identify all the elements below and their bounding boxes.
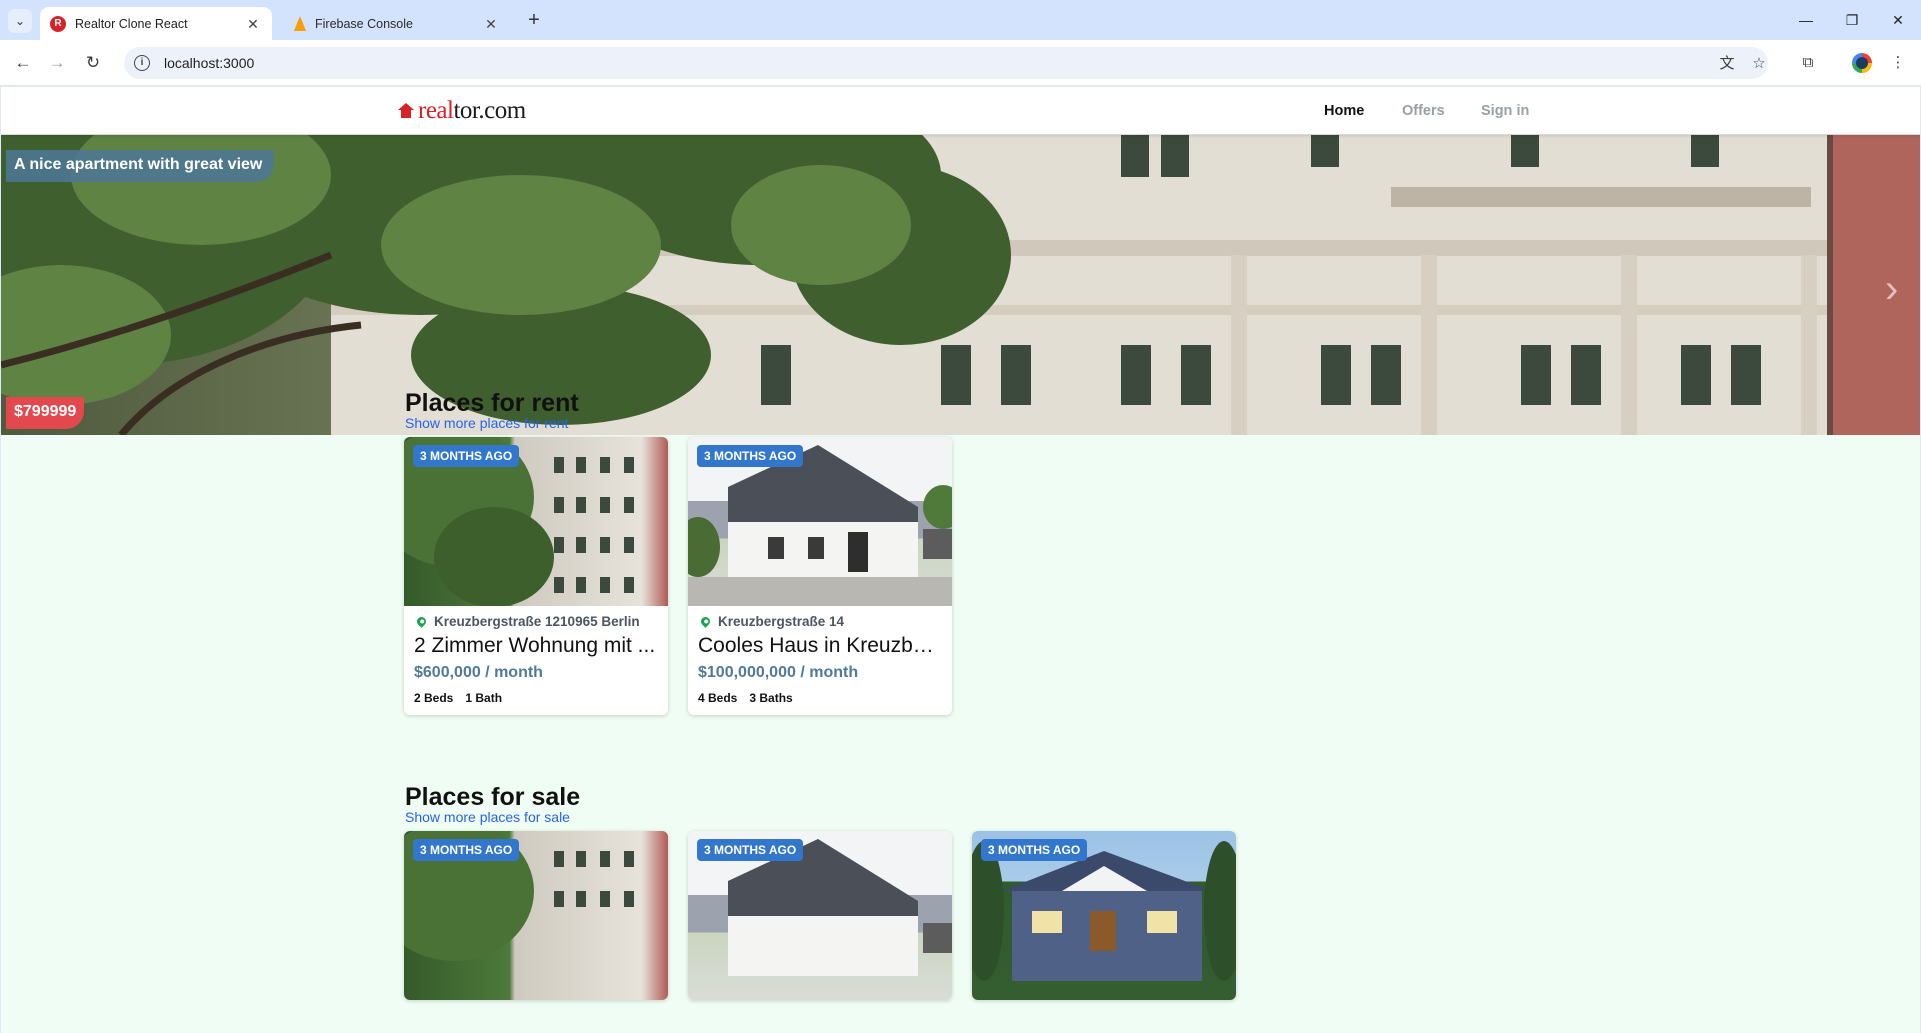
new-tab-plus-icon[interactable]: + — [522, 9, 546, 33]
realtor-logo[interactable]: real tor.com — [398, 97, 526, 125]
listing-age-badge: 3 MONTHS AGO — [413, 839, 520, 861]
listing-price: $600,000 / month — [414, 664, 543, 681]
listing-card[interactable]: 3 MONTHS AGO — [972, 831, 1236, 1000]
url-text[interactable]: localhost:3000 — [164, 55, 254, 71]
reload-icon[interactable]: ↻ — [80, 50, 106, 76]
close-window-icon[interactable]: ✕ — [1875, 6, 1921, 34]
browser-toolbar: ← → ↻ i localhost:3000 文 ☆ ⧉ ⋮ — [0, 40, 1921, 86]
listing-name: 2 Zimmer Wohnung mit ... — [414, 634, 656, 657]
nav-home-link[interactable]: Home — [1324, 103, 1364, 119]
hero-price-badge: $799999 — [6, 397, 85, 429]
listing-age-badge: 3 MONTHS AGO — [697, 839, 804, 861]
show-more-rent-link[interactable]: Show more places for rent — [405, 415, 568, 431]
tab-firebase-console[interactable]: Firebase Console ✕ — [282, 7, 510, 40]
listing-name: Cooles Haus in Kreuzberg — [698, 634, 942, 657]
listing-image-apartment: 3 MONTHS AGO — [404, 831, 668, 1000]
tab-title: Realtor Clone React — [75, 16, 188, 31]
hero-building-image — [1, 135, 1920, 435]
address-bar[interactable]: i localhost:3000 文 ☆ — [124, 47, 1768, 79]
bookmark-star-icon[interactable]: ☆ — [1748, 53, 1770, 75]
listing-price: $100,000,000 / month — [698, 664, 859, 681]
firebase-favicon-icon — [294, 16, 306, 31]
rent-section-title: Places for rent — [405, 389, 579, 417]
close-tab-icon[interactable]: ✕ — [482, 15, 500, 33]
listing-features: 2 Beds 1 Bath — [414, 691, 658, 705]
listing-image-apartment: 3 MONTHS AGO — [404, 437, 668, 606]
listing-baths: 1 Bath — [465, 691, 503, 705]
listing-card[interactable]: 3 MONTHS AGO Kreuzbergstraße 1210965 Ber… — [404, 437, 668, 715]
house-logo-icon — [398, 102, 414, 118]
minimize-window-icon[interactable]: — — [1783, 6, 1829, 34]
logo-text-dark: tor.com — [453, 97, 526, 124]
browser-tab-strip: ⌄ R Realtor Clone React ✕ Firebase Conso… — [0, 0, 1921, 40]
tab-title: Firebase Console — [315, 16, 413, 31]
tab-search-chevron-icon[interactable]: ⌄ — [8, 9, 32, 33]
site-header: real tor.com Home Offers Sign in — [1, 87, 1920, 135]
hero-listing-title: A nice apartment with great view — [6, 150, 275, 182]
profile-avatar-icon[interactable] — [1852, 53, 1872, 73]
tab-realtor-clone[interactable]: R Realtor Clone React ✕ — [40, 7, 272, 40]
nav-signin-link[interactable]: Sign in — [1481, 103, 1529, 119]
back-arrow-icon[interactable]: ← — [10, 50, 36, 76]
translate-icon[interactable]: 文 — [1716, 53, 1738, 75]
realtor-favicon-icon: R — [50, 15, 66, 32]
location-pin-icon — [699, 615, 712, 628]
listing-card[interactable]: 3 MONTHS AGO — [404, 831, 668, 1000]
restore-window-icon[interactable]: ❐ — [1829, 6, 1875, 34]
site-info-icon[interactable]: i — [134, 55, 150, 71]
logo-text-red: real — [418, 97, 454, 124]
listing-address: Kreuzbergstraße 1210965 Berlin — [414, 614, 658, 629]
listing-card[interactable]: 3 MONTHS AGO Kreuzbergstraße 14 Cooles H… — [688, 437, 952, 715]
listing-address-text: Kreuzbergstraße 14 — [718, 614, 845, 629]
listing-image-house: 3 MONTHS AGO — [688, 831, 952, 1000]
listing-image-craftsman-house: 3 MONTHS AGO — [972, 831, 1236, 1000]
page-viewport: real tor.com Home Offers Sign in A nice … — [1, 87, 1920, 1033]
browser-menu-icon[interactable]: ⋮ — [1886, 51, 1910, 75]
listing-address-text: Kreuzbergstraße 1210965 Berlin — [434, 614, 640, 629]
sale-section-title: Places for sale — [405, 783, 581, 811]
listing-features: 4 Beds 3 Baths — [698, 691, 942, 705]
listing-card[interactable]: 3 MONTHS AGO — [688, 831, 952, 1000]
listing-age-badge: 3 MONTHS AGO — [697, 445, 804, 467]
hero-slider[interactable]: A nice apartment with great view $799999… — [1, 135, 1920, 435]
listing-age-badge: 3 MONTHS AGO — [413, 445, 520, 467]
slider-next-chevron-icon[interactable]: › — [1885, 267, 1898, 312]
listing-image-house: 3 MONTHS AGO — [688, 437, 952, 606]
show-more-sale-link[interactable]: Show more places for sale — [405, 809, 570, 825]
close-tab-icon[interactable]: ✕ — [244, 15, 262, 33]
nav-offers-link[interactable]: Offers — [1402, 103, 1445, 119]
listing-beds: 4 Beds — [698, 691, 738, 705]
listing-age-badge: 3 MONTHS AGO — [981, 839, 1088, 861]
listing-beds: 2 Beds — [414, 691, 454, 705]
location-pin-icon — [415, 615, 428, 628]
listing-address: Kreuzbergstraße 14 — [698, 614, 942, 629]
forward-arrow-icon[interactable]: → — [44, 50, 70, 76]
extensions-puzzle-icon[interactable]: ⧉ — [1796, 51, 1820, 75]
listing-baths: 3 Baths — [749, 691, 793, 705]
